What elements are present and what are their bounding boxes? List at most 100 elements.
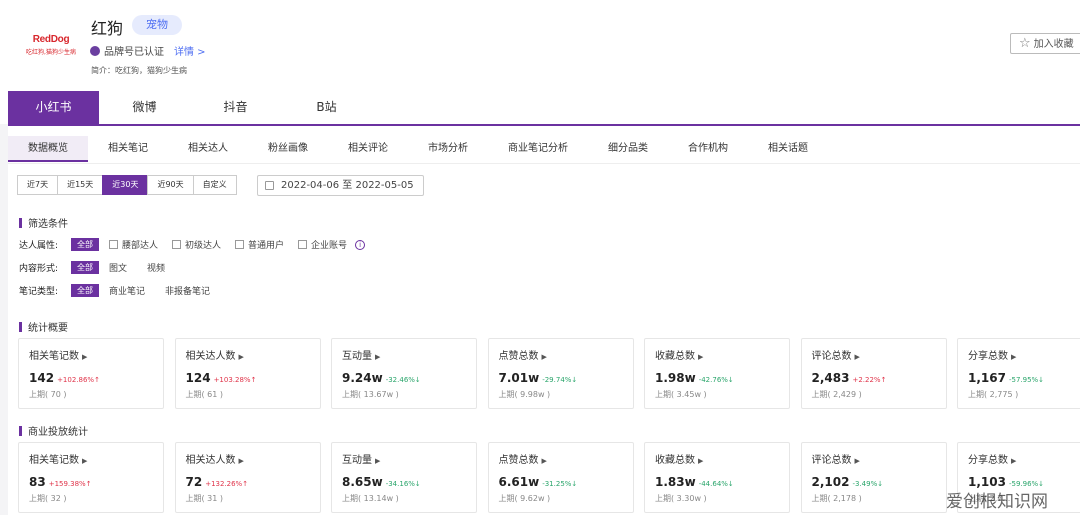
tab-douyin[interactable]: 抖音: [190, 91, 281, 124]
biz-value-row: 72 +132.26%↑: [186, 475, 320, 489]
stat-value: 2,483: [811, 371, 850, 385]
subtab-biz-notes[interactable]: 商业笔记分析: [488, 136, 588, 162]
checkbox-waist[interactable]: 腰部达人: [109, 238, 158, 251]
stat-value: 142: [29, 371, 55, 385]
brand-intro: 简介：吃红狗，猫狗少生病: [91, 66, 187, 75]
tab-xiaohongshu[interactable]: 小红书: [8, 91, 99, 124]
subtabs: 数据概览 相关笔记 相关达人 粉丝画像 相关评论 市场分析 商业笔记分析 细分品…: [8, 136, 828, 162]
stat-card-title: 分享总数 ▶: [968, 347, 1080, 362]
content-filter-label: 内容形式:: [19, 264, 59, 274]
stat-change: +102.86%↑: [57, 376, 100, 384]
checkbox-box[interactable]: [298, 240, 308, 249]
stat-card[interactable]: 分享总数 ▶ 1,167 -57.95%↓ 上期( 2,775 ): [957, 338, 1080, 409]
biz-card[interactable]: 收藏总数 ▶ 1.83w -44.64%↓ 上期( 3.30w ): [644, 442, 790, 513]
biz-value-row: 6.61w -31.25%↓: [499, 475, 633, 489]
caret-right-icon: ▶: [375, 457, 381, 465]
stat-value: 9.24w: [342, 371, 383, 385]
caret-right-icon: ▶: [1011, 353, 1017, 361]
add-favorite-button[interactable]: ☆ 加入收藏: [1010, 33, 1080, 54]
biz-card-title: 互动量 ▶: [342, 451, 476, 466]
biz-value-row: 8.65w -34.16%↓: [342, 475, 476, 489]
range-15d-button[interactable]: 近15天: [57, 175, 104, 195]
stat-card-title: 相关达人数 ▶: [186, 347, 320, 362]
stat-card[interactable]: 点赞总数 ▶ 7.01w -29.74%↓ 上期( 9.98w ): [487, 338, 634, 409]
tab-weibo[interactable]: 微博: [99, 91, 190, 124]
tab-bilibili[interactable]: B站: [281, 91, 372, 124]
stat-title-text: 相关达人数: [185, 351, 236, 362]
subtabs-divider: [8, 163, 1080, 164]
subtab-market[interactable]: 市场分析: [408, 136, 488, 162]
subtab-comments[interactable]: 相关评论: [328, 136, 408, 162]
stat-value-row: 124 +103.28%↑: [186, 371, 320, 385]
subtab-fans[interactable]: 粉丝画像: [248, 136, 328, 162]
date-range-picker[interactable]: 2022-04-06 至 2022-05-05: [257, 175, 424, 196]
stat-previous: 上期( 3.45w ): [655, 390, 707, 399]
range-30d-button[interactable]: 近30天: [102, 175, 149, 195]
stat-card[interactable]: 相关达人数 ▶ 124 +103.28%↑ 上期( 61 ): [174, 338, 321, 409]
checkbox-junior[interactable]: 初级达人: [172, 238, 221, 251]
calendar-icon: [265, 181, 274, 190]
biz-card[interactable]: 相关达人数 ▶ 72 +132.26%↑ 上期( 31 ): [174, 442, 321, 513]
stat-card-title: 相关笔记数 ▶: [29, 347, 163, 362]
range-7d-button[interactable]: 近7天: [17, 175, 59, 195]
content-all-chip[interactable]: 全部: [71, 261, 99, 274]
influencer-filter-row: 达人属性: 全部 腰部达人 初级达人 普通用户 企业账号 i: [19, 238, 366, 251]
checkbox-box[interactable]: [109, 240, 118, 249]
checkbox-box[interactable]: [235, 240, 245, 249]
checkbox-label: 初级达人: [185, 241, 222, 251]
caret-right-icon: ▶: [238, 353, 244, 361]
biz-card-title: 评论总数 ▶: [812, 451, 946, 466]
range-90d-button[interactable]: 近90天: [147, 175, 194, 195]
checkbox-label: 企业账号: [311, 241, 348, 251]
content-option-image[interactable]: 图文: [109, 261, 127, 274]
checkbox-box[interactable]: [172, 240, 182, 249]
subtab-topics[interactable]: 相关话题: [748, 136, 828, 162]
biz-card-title: 点赞总数 ▶: [499, 451, 633, 466]
biz-card[interactable]: 相关笔记数 ▶ 83 +159.38%↑ 上期( 32 ): [18, 442, 164, 513]
stat-card[interactable]: 相关笔记数 ▶ 142 +102.86%↑ 上期( 70 ): [18, 338, 164, 409]
biz-card[interactable]: 点赞总数 ▶ 6.61w -31.25%↓ 上期( 9.62w ): [487, 442, 634, 513]
stat-change: -29.74%↓: [542, 376, 578, 384]
stat-previous: 上期( 2,775 ): [968, 390, 1019, 399]
stat-card-title: 互动量 ▶: [342, 347, 476, 362]
biz-value-row: 83 +159.38%↑: [29, 475, 163, 489]
biz-cards: 相关笔记数 ▶ 83 +159.38%↑ 上期( 32 ) 相关达人数 ▶ 72 +132.2…: [18, 442, 1080, 513]
date-range-group: 近7天 近15天 近30天 近90天 自定义: [17, 175, 237, 195]
note-type-all-chip[interactable]: 全部: [71, 284, 99, 297]
range-custom-button[interactable]: 自定义: [192, 175, 237, 195]
subtab-agencies[interactable]: 合作机构: [668, 136, 748, 162]
stat-value-row: 1,167 -57.95%↓: [968, 371, 1080, 385]
biz-card[interactable]: 互动量 ▶ 8.65w -34.16%↓ 上期( 13.14w ): [331, 442, 477, 513]
watermark: 爱创根知识网: [946, 492, 1048, 512]
subtab-overview[interactable]: 数据概览: [8, 136, 88, 162]
biz-previous: 上期( 2,178 ): [811, 494, 862, 503]
checkbox-enterprise[interactable]: 企业账号: [298, 238, 347, 251]
caret-right-icon: ▶: [375, 353, 381, 361]
biz-title-label: 相关达人数: [185, 455, 236, 466]
stat-previous: 上期( 70 ): [29, 390, 67, 399]
stat-card-title: 点赞总数 ▶: [499, 347, 633, 362]
caret-right-icon: ▶: [238, 457, 244, 465]
stat-card[interactable]: 评论总数 ▶ 2,483 +2.22%↑ 上期( 2,429 ): [800, 338, 947, 409]
detail-link[interactable]: 详情 >: [174, 43, 206, 58]
subtab-notes[interactable]: 相关笔记: [88, 136, 168, 162]
biz-card[interactable]: 评论总数 ▶ 2,102 -3.49%↓ 上期( 2,178 ): [800, 442, 947, 513]
note-option-unreported[interactable]: 非报备笔记: [165, 284, 210, 297]
stat-card[interactable]: 互动量 ▶ 9.24w -32.46%↓ 上期( 13.67w ): [331, 338, 477, 409]
info-icon[interactable]: i: [355, 239, 366, 250]
stat-card[interactable]: 收藏总数 ▶ 1.98w -42.76%↓ 上期( 3.45w ): [644, 338, 790, 409]
stat-card-title: 收藏总数 ▶: [655, 347, 789, 362]
subtab-influencers[interactable]: 相关达人: [168, 136, 248, 162]
stat-previous: 上期( 9.98w ): [498, 390, 551, 399]
note-option-business[interactable]: 商业笔记: [109, 284, 145, 297]
subtab-categories[interactable]: 细分品类: [588, 136, 668, 162]
brand-header: RedDog 吃红狗,猫狗少生病 红狗 宠物 品牌号已认证 详情 > 简介：吃红…: [0, 0, 1080, 124]
caret-right-icon: ▶: [1011, 457, 1017, 465]
checkbox-regular[interactable]: 普通用户: [235, 238, 284, 251]
stat-previous: 上期( 61 ): [185, 390, 224, 399]
section-marker: [19, 217, 22, 228]
checkbox-label: 普通用户: [248, 241, 285, 251]
biz-previous: 上期( 32 ): [29, 494, 67, 503]
influencer-all-chip[interactable]: 全部: [71, 238, 99, 251]
content-option-video[interactable]: 视频: [147, 261, 165, 274]
